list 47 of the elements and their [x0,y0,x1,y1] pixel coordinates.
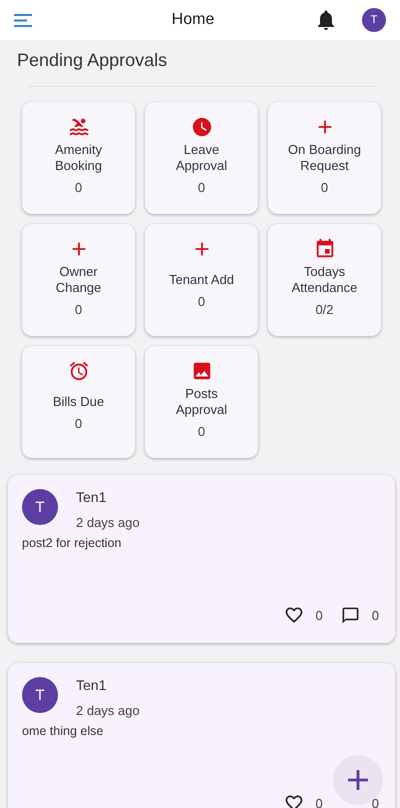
tile-label: Owner Change [54,264,102,296]
heart-icon[interactable] [284,793,304,808]
approval-tile[interactable]: Tenant Add 0 [145,224,258,336]
tile-count: 0 [74,180,82,194]
approval-tile[interactable]: Posts Approval 0 [145,346,258,458]
approval-tile[interactable]: Bills Due 0 [22,346,135,458]
approval-tile[interactable]: Todays Attendance 0/2 [268,224,381,336]
tile-count: 0 [74,302,82,316]
comment-icon[interactable] [340,606,360,624]
author-name: Ten1 [76,489,108,505]
author-avatar: T [22,677,58,713]
heart-icon[interactable] [284,605,304,625]
clock-icon [190,116,212,138]
tile-count: 0 [198,180,206,194]
comment-count: 0 [372,796,379,808]
post-time: 2 days ago [76,515,140,530]
post-time: 2 days ago [76,703,140,718]
post-text: post2 for rejection [22,536,122,550]
tile-label: Todays Attendance [290,264,358,296]
tile-count: 0/2 [315,302,334,316]
author-name: Ten1 [76,677,108,693]
tile-label: On Boarding Request [287,142,362,174]
like-count: 0 [316,796,323,808]
comment-count: 0 [372,608,379,622]
alarm-clock-icon [68,360,90,382]
swimmer-icon [68,116,90,138]
tile-count: 0 [74,416,82,430]
tile-label: Leave Approval [174,142,228,174]
tile-count: 0 [198,424,206,438]
author-avatar: T [22,489,58,525]
tile-count: 0 [198,294,206,308]
section-title: Pending Approvals [16,49,168,72]
tile-count: 0 [320,180,328,194]
approval-tile[interactable]: Owner Change 0 [22,224,135,336]
approval-tile[interactable]: Leave Approval 0 [145,102,258,214]
tile-label: Bills Due [52,394,106,410]
user-avatar[interactable]: T [362,8,386,32]
tile-label: Tenant Add [168,272,236,288]
approval-tile[interactable]: On Boarding Request 0 [268,102,381,214]
like-count: 0 [316,608,323,622]
tile-label: Amenity Booking [54,142,103,174]
calendar-icon [314,238,336,260]
post-text: ome thing else [22,724,104,738]
menu-icon[interactable] [14,14,32,26]
tile-label: Posts Approval [174,386,228,418]
approval-tile[interactable]: Amenity Booking 0 [22,102,135,214]
page-title: Home [170,11,216,29]
